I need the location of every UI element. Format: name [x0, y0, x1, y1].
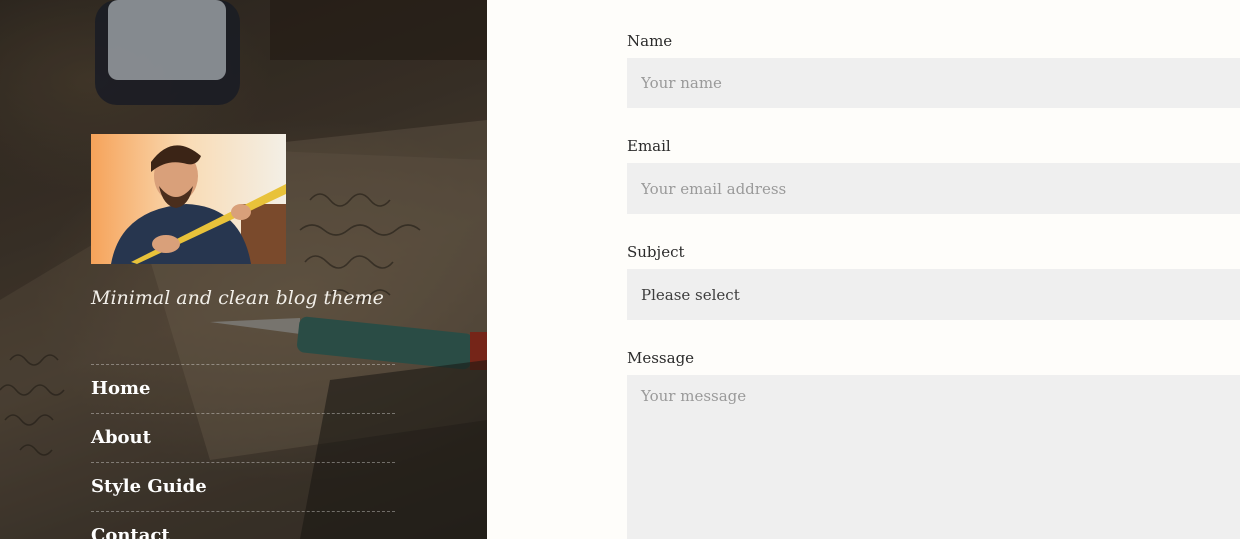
- sidebar-item-style-guide[interactable]: Style Guide: [91, 462, 395, 511]
- message-textarea[interactable]: [627, 375, 1240, 539]
- email-input[interactable]: [627, 163, 1240, 214]
- subject-selected-value: Please select: [641, 285, 740, 304]
- sidebar-item-about[interactable]: About: [91, 413, 395, 462]
- nav-link-contact[interactable]: Contact: [91, 524, 170, 539]
- main-content: Name Email Subject Please select Message: [487, 0, 1240, 539]
- subject-label: Subject: [627, 243, 685, 261]
- site-tagline: Minimal and clean blog theme: [91, 287, 384, 309]
- sidebar-item-home[interactable]: Home: [91, 364, 395, 413]
- sidebar-nav: Home About Style Guide Contact: [91, 364, 395, 539]
- name-input[interactable]: [627, 58, 1240, 108]
- sidebar-item-contact[interactable]: Contact: [91, 511, 395, 539]
- nav-link-home[interactable]: Home: [91, 377, 151, 401]
- nav-link-about[interactable]: About: [91, 426, 151, 450]
- page: Minimal and clean blog theme Home About …: [0, 0, 1240, 539]
- subject-select[interactable]: Please select: [627, 269, 1240, 320]
- name-label: Name: [627, 32, 673, 50]
- nav-link-style-guide[interactable]: Style Guide: [91, 475, 207, 499]
- sidebar: Minimal and clean blog theme Home About …: [0, 0, 487, 539]
- message-label: Message: [627, 349, 695, 367]
- profile-photo: [91, 134, 286, 264]
- email-label: Email: [627, 137, 671, 155]
